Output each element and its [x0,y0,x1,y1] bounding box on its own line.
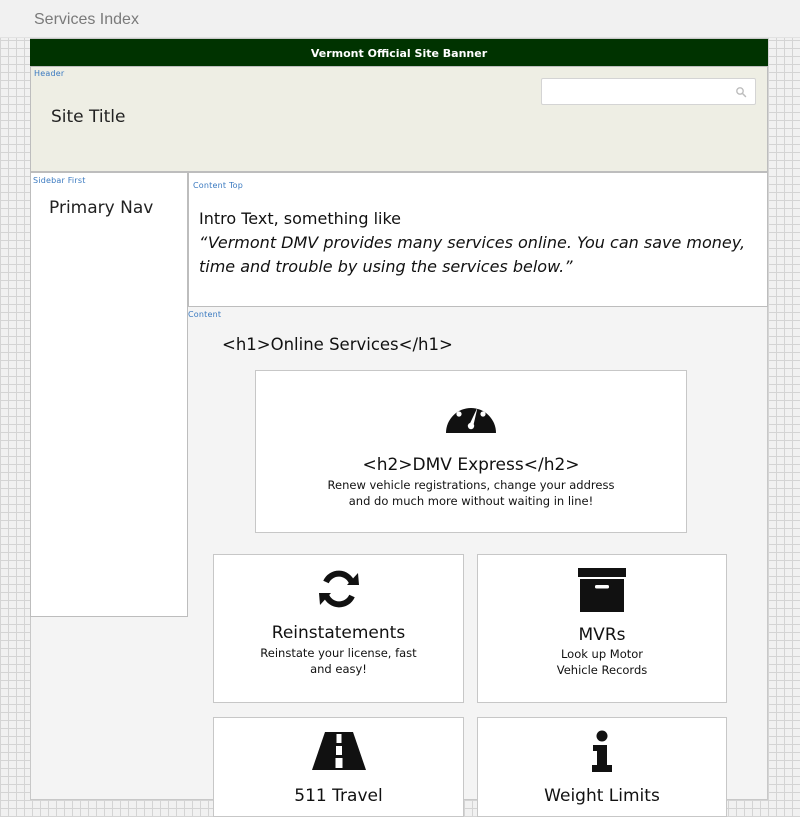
header-region: Site Title [30,66,768,172]
site-title[interactable]: Site Title [51,107,125,127]
weight-limits-title: Weight Limits [544,786,660,806]
reinstatements-desc: Reinstate your license, fast and easy! [224,645,453,677]
refresh-icon [318,570,359,608]
sidebar-first-region: Primary Nav [30,172,188,617]
region-label-content: Content [188,310,222,319]
online-services-heading: <h1>Online Services</h1> [222,335,453,354]
reinstatements-desc-line1: Reinstate your license, fast [260,646,417,660]
region-label-content-top: Content Top [193,181,244,190]
dmv-express-card[interactable]: <h2>DMV Express</h2> Renew vehicle regis… [255,370,687,533]
search-input[interactable] [541,78,756,105]
dmv-express-desc-line2: and do much more without waiting in line… [348,494,594,508]
archive-box-icon [578,568,626,612]
intro-quote: “Vermont DMV provides many services onli… [199,233,746,276]
reinstatements-desc-line2: and easy! [310,662,367,676]
region-label-header: Header [34,69,65,78]
mvrs-card[interactable]: MVRs Look up Motor Vehicle Records [477,554,727,703]
mvrs-desc-line2: Vehicle Records [556,663,648,677]
intro-text: Intro Text, something like “Vermont DMV … [199,207,759,279]
search-icon[interactable] [735,86,747,98]
reinstatements-card[interactable]: Reinstatements Reinstate your license, f… [213,554,464,703]
content-top-region: Intro Text, something like “Vermont DMV … [188,172,768,307]
travel-511-title: 511 Travel [294,786,383,806]
page-title: Services Index [34,11,139,28]
primary-nav[interactable]: Primary Nav [49,198,153,218]
mvrs-title: MVRs [578,625,626,645]
info-icon [592,730,612,772]
weight-limits-card[interactable]: Weight Limits [477,717,727,817]
gauge-icon [446,399,496,433]
official-site-banner: Vermont Official Site Banner [30,39,768,66]
mvrs-desc: Look up Motor Vehicle Records [488,646,716,678]
dmv-express-desc: Renew vehicle registrations, change your… [266,477,676,509]
dmv-express-desc-line1: Renew vehicle registrations, change your… [327,478,615,492]
dmv-express-title: <h2>DMV Express</h2> [362,455,580,475]
road-icon [311,732,366,770]
page-title-bar: Services Index [0,0,800,38]
intro-lead: Intro Text, something like [199,209,401,228]
mvrs-desc-line1: Look up Motor [560,647,644,661]
travel-511-card[interactable]: 511 Travel [213,717,464,817]
region-label-sidebar-first: Sidebar First [33,176,86,185]
reinstatements-title: Reinstatements [271,623,406,643]
